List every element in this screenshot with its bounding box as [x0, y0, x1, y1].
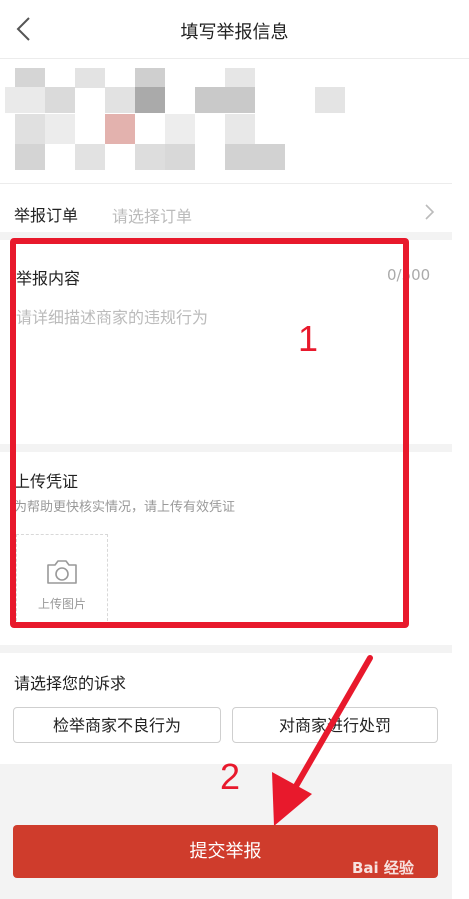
page-title: 填写举报信息	[180, 22, 289, 43]
claim-option-report-merchant[interactable]: 检举商家不良行为	[13, 707, 221, 743]
claims-label: 请选择您的诉求	[14, 674, 127, 693]
annotation-number-2: 2	[220, 756, 241, 797]
annotation-number-1: 1	[298, 318, 319, 359]
order-label: 举报订单	[14, 206, 79, 225]
annotation-arrow-icon	[272, 655, 373, 826]
order-placeholder: 请选择订单	[112, 207, 193, 226]
annotation-box-1	[10, 238, 409, 628]
nav-bar: 填写举报信息	[0, 0, 469, 59]
store-info-blurred	[0, 59, 452, 183]
watermark: Bai 经验	[352, 859, 414, 877]
chevron-right-icon	[425, 204, 435, 220]
